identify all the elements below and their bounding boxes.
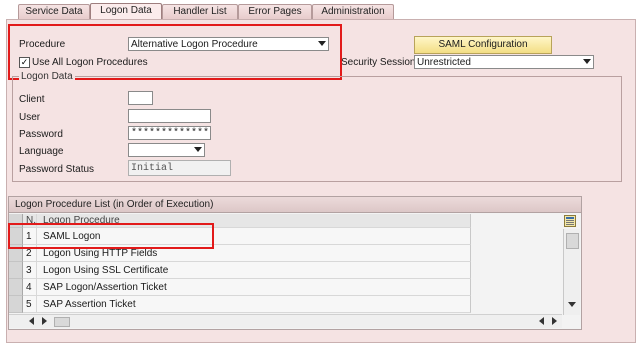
password-input[interactable]: ************* (128, 126, 211, 140)
scroll-down-icon[interactable] (568, 302, 576, 307)
row-number: 4 (23, 279, 37, 296)
tab-logon-data[interactable]: Logon Data (90, 3, 162, 20)
tab-administration[interactable]: Administration (312, 4, 394, 19)
tab-error-pages[interactable]: Error Pages (238, 4, 312, 19)
dropdown-arrow-icon (194, 147, 202, 152)
table-settings-icon[interactable] (564, 215, 576, 227)
language-label: Language (19, 146, 64, 157)
scroll-right-icon[interactable] (42, 317, 47, 325)
client-input[interactable] (128, 91, 153, 105)
password-label: Password (19, 129, 63, 140)
row-selector[interactable] (9, 296, 23, 313)
table-title: Logon Procedure List (in Order of Execut… (9, 197, 581, 213)
security-session-dropdown[interactable]: Unrestricted (414, 55, 594, 69)
dropdown-arrow-icon (583, 59, 591, 64)
client-label: Client (19, 94, 45, 105)
logon-data-title: Logon Data (19, 71, 75, 82)
saml-configuration-button[interactable]: SAML Configuration (414, 36, 552, 54)
row-number: 3 (23, 262, 37, 279)
scroll-left-icon[interactable] (29, 317, 34, 325)
scroll-left-icon[interactable] (539, 317, 544, 325)
row-selector[interactable] (9, 262, 23, 279)
horizontal-scroll-thumb[interactable] (54, 317, 70, 327)
vertical-scrollbar[interactable] (563, 229, 580, 315)
row-procedure-name[interactable]: SAP Logon/Assertion Ticket (37, 279, 471, 296)
row-procedure-name[interactable]: Logon Using SSL Certificate (37, 262, 471, 279)
highlight-saml-logon-box (8, 223, 214, 249)
row-selector[interactable] (9, 279, 23, 296)
row-procedure-name[interactable]: SAP Assertion Ticket (37, 296, 471, 313)
user-input[interactable] (128, 109, 211, 123)
row-number: 5 (23, 296, 37, 313)
password-status-label: Password Status (19, 164, 95, 175)
password-status-field: Initial (128, 160, 231, 176)
horizontal-scrollbar[interactable] (9, 314, 562, 328)
user-label: User (19, 112, 41, 123)
vertical-scroll-thumb[interactable] (566, 233, 579, 249)
logon-data-group: Logon Data (12, 71, 622, 182)
language-dropdown[interactable] (128, 143, 205, 157)
security-session-label: Security Session: (341, 57, 419, 68)
tab-service-data[interactable]: Service Data (18, 4, 90, 19)
tab-handler-list[interactable]: Handler List (162, 4, 238, 19)
security-session-value: Unrestricted (417, 57, 471, 68)
scroll-right-icon[interactable] (552, 317, 557, 325)
